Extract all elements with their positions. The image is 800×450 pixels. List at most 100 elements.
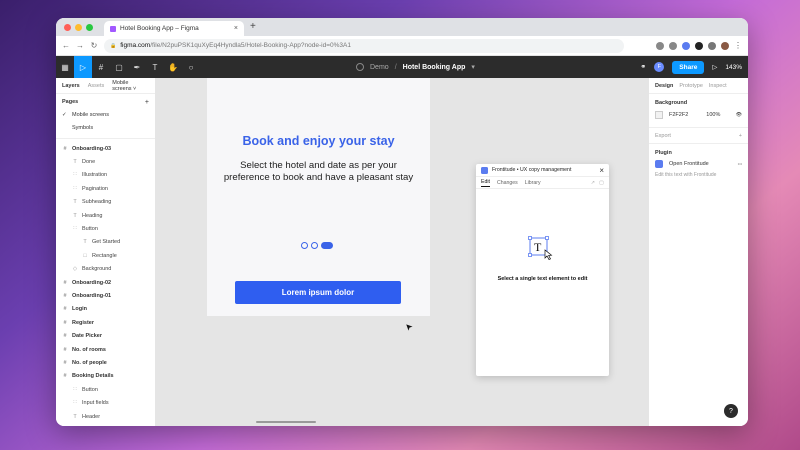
layer-row[interactable]: T Subheading bbox=[56, 196, 155, 209]
layer-icon: ∷ bbox=[73, 400, 77, 407]
text-layer-icon: T bbox=[83, 239, 87, 246]
onboarding-frame[interactable]: Book and enjoy your stay Select the hote… bbox=[207, 78, 430, 316]
external-link-icon[interactable]: ↗ bbox=[591, 180, 595, 186]
layer-row[interactable]: T Done bbox=[56, 155, 155, 168]
headphones-icon[interactable]: ⚭ bbox=[640, 63, 646, 71]
tab-assets[interactable]: Assets bbox=[88, 83, 105, 89]
cta-button[interactable]: Lorem ipsum dolor bbox=[235, 281, 401, 304]
color-swatch[interactable] bbox=[655, 110, 663, 119]
minimize-window-button[interactable] bbox=[75, 24, 82, 31]
share-button[interactable]: Share bbox=[672, 60, 705, 74]
layer-row[interactable]: ∷ Button bbox=[56, 222, 155, 235]
browser-tab[interactable]: Hotel Booking App – Figma × bbox=[104, 21, 244, 36]
tab-library[interactable]: Library bbox=[525, 180, 541, 186]
layer-row[interactable]: □ Rectangle bbox=[56, 249, 155, 262]
pen-tool-icon[interactable]: ✒ bbox=[128, 56, 146, 78]
background-opacity[interactable]: 100% bbox=[706, 112, 720, 118]
tab-layers[interactable]: Layers bbox=[62, 83, 80, 89]
url-bar[interactable]: 🔒 figma.com/file/N2puPSK1quXyEq4Hyndla5/… bbox=[104, 38, 624, 53]
shape-tool-icon[interactable]: ▢ bbox=[110, 56, 128, 78]
maximize-window-button[interactable] bbox=[86, 24, 93, 31]
frontitude-logo-icon bbox=[655, 159, 663, 168]
tab-inspect[interactable]: Inspect bbox=[709, 83, 727, 89]
more-menu-icon[interactable]: ⋮ bbox=[734, 41, 742, 50]
plugin-row[interactable]: Open Frontitude ••• bbox=[649, 157, 748, 170]
file-name[interactable]: Hotel Booking App bbox=[403, 64, 466, 71]
tab-close-icon[interactable]: × bbox=[234, 25, 238, 32]
zoom-level[interactable]: 143% bbox=[725, 64, 742, 71]
page-selector[interactable]: Mobile screens ˅ bbox=[112, 80, 149, 92]
settings-icon[interactable]: ▢ bbox=[599, 180, 604, 186]
layer-row[interactable]: T Get Started bbox=[56, 236, 155, 249]
pagination[interactable] bbox=[301, 242, 333, 249]
close-icon[interactable]: × bbox=[599, 166, 604, 175]
layer-row[interactable]: ∷ Input fields bbox=[56, 396, 155, 409]
layer-row[interactable]: ∷ Button bbox=[56, 383, 155, 396]
hand-tool-icon[interactable]: ✋ bbox=[164, 56, 182, 78]
canvas[interactable]: Book and enjoy your stay Select the hote… bbox=[156, 78, 648, 426]
project-name[interactable]: Demo bbox=[370, 64, 389, 71]
extension-icon[interactable] bbox=[695, 41, 703, 50]
new-tab-button[interactable]: + bbox=[250, 21, 256, 32]
layer-row[interactable]: # Onboarding-02 bbox=[56, 276, 155, 289]
help-button[interactable]: ? bbox=[724, 404, 738, 418]
layer-row[interactable]: T Header bbox=[56, 410, 155, 423]
frame-subheading[interactable]: Select the hotel and date as per your pr… bbox=[221, 160, 416, 184]
close-window-button[interactable] bbox=[64, 24, 71, 31]
figma-favicon-icon bbox=[110, 25, 116, 32]
layer-row[interactable]: THeading bbox=[56, 209, 155, 222]
reload-icon[interactable]: ↻ bbox=[90, 41, 98, 50]
tab-prototype[interactable]: Prototype bbox=[679, 83, 703, 89]
tab-changes[interactable]: Changes bbox=[497, 180, 518, 186]
tab-design[interactable]: Design bbox=[655, 83, 673, 89]
layer-row[interactable]: # Register bbox=[56, 316, 155, 329]
layer-row[interactable]: # Onboarding-01 bbox=[56, 289, 155, 302]
add-export-icon[interactable]: + bbox=[739, 133, 742, 139]
plugin-name[interactable]: Open Frontitude bbox=[669, 161, 709, 167]
layer-row[interactable]: THeading bbox=[56, 423, 155, 426]
plugin-empty-message: Select a single text element to edit bbox=[497, 276, 588, 282]
text-tool-icon[interactable]: T bbox=[146, 56, 164, 78]
add-page-icon[interactable]: + bbox=[145, 99, 149, 106]
profile-avatar[interactable] bbox=[721, 41, 729, 50]
layer-row[interactable]: # No. of people bbox=[56, 356, 155, 369]
layer-label: Onboarding-02 bbox=[72, 279, 112, 286]
present-play-icon[interactable]: ▷ bbox=[712, 63, 717, 71]
background-fill-row[interactable]: F2F2F2 100% 👁 bbox=[649, 108, 748, 121]
extension-icon[interactable] bbox=[682, 41, 690, 50]
pagination-dot bbox=[311, 242, 318, 249]
layer-label: No. of rooms bbox=[72, 346, 106, 353]
layer-row[interactable]: ∷ Pagination bbox=[56, 182, 155, 195]
comment-tool-icon[interactable]: ○ bbox=[182, 56, 200, 78]
frame-tool-icon[interactable]: # bbox=[92, 56, 110, 78]
main-menu-icon[interactable]: ▦ bbox=[56, 56, 74, 78]
move-tool-icon[interactable]: ▷ bbox=[74, 56, 92, 78]
layer-row[interactable]: # Login bbox=[56, 303, 155, 316]
layer-label: Onboarding-01 bbox=[72, 292, 112, 299]
puzzle-icon[interactable] bbox=[708, 41, 716, 50]
layer-label: Header bbox=[82, 413, 101, 420]
share-icon[interactable] bbox=[656, 41, 664, 50]
horizontal-scrollbar[interactable] bbox=[256, 421, 316, 423]
user-avatar[interactable]: F bbox=[654, 62, 665, 72]
chevron-down-icon[interactable]: ▾ bbox=[471, 63, 475, 71]
layer-row[interactable]: ◇ Background bbox=[56, 263, 155, 276]
frame-heading[interactable]: Book and enjoy your stay bbox=[207, 134, 430, 148]
page-item[interactable]: ✓ Mobile screens bbox=[56, 109, 155, 122]
eye-icon[interactable]: 👁 bbox=[736, 112, 742, 118]
background-hex[interactable]: F2F2F2 bbox=[669, 112, 688, 118]
layer-row[interactable]: # Date Picker bbox=[56, 329, 155, 342]
forward-icon[interactable]: → bbox=[76, 41, 84, 50]
layer-row[interactable]: # Onboarding-03 bbox=[56, 142, 155, 155]
tab-edit[interactable]: Edit bbox=[481, 179, 490, 187]
layer-label: Heading bbox=[82, 212, 103, 219]
layer-row[interactable]: # Booking Details bbox=[56, 370, 155, 383]
layer-row[interactable]: # No. of rooms bbox=[56, 343, 155, 356]
star-icon[interactable] bbox=[669, 41, 677, 50]
layer-label: Login bbox=[72, 306, 87, 313]
export-section[interactable]: Export + bbox=[649, 127, 748, 143]
layer-row[interactable]: ∷ Illustration bbox=[56, 169, 155, 182]
back-icon[interactable]: ← bbox=[62, 41, 70, 50]
page-item[interactable]: Symbols bbox=[56, 122, 155, 135]
more-icon[interactable]: ••• bbox=[738, 161, 742, 166]
